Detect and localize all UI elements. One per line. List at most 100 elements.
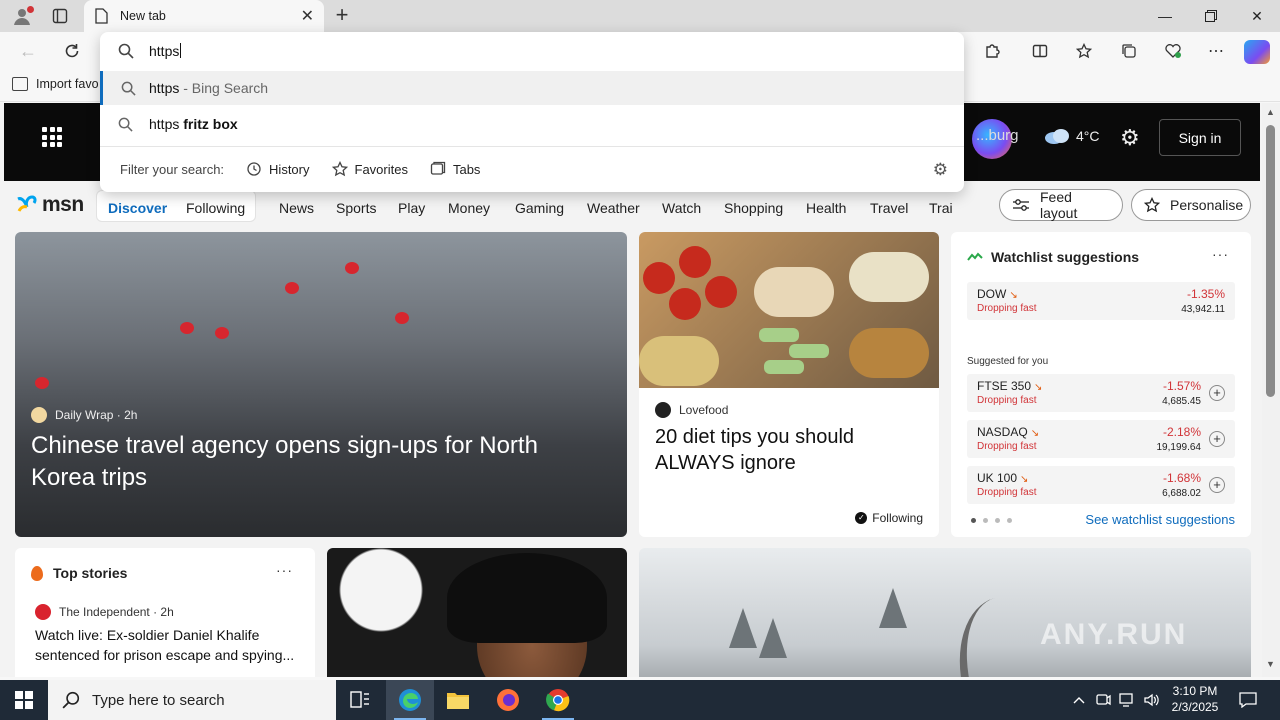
taskbar-chrome[interactable] [534,680,582,720]
food-story-card[interactable]: Lovefood 20 diet tips you should ALWAYS … [639,232,939,537]
network-icon[interactable] [1116,680,1138,720]
search-icon [62,691,80,709]
history-icon [246,161,262,177]
snow-landscape-image[interactable] [639,548,1251,677]
weather-location[interactable]: ...burg [976,127,1019,144]
tab-actions-button[interactable] [46,4,74,28]
page-scrollbar[interactable]: ▲ ▼ [1262,103,1280,677]
extensions-button[interactable] [978,39,1006,63]
nav-discover[interactable]: Discover [108,200,167,216]
top-story-headline[interactable]: Watch live: Ex-soldier Daniel Khalife se… [35,625,297,665]
nav-watch[interactable]: Watch [662,200,701,216]
nav-travel[interactable]: Travel [870,200,908,216]
carousel-dots[interactable] [971,518,1012,523]
ticker-status: Dropping fast [977,303,1037,314]
add-to-watchlist-icon[interactable]: + [1209,431,1225,447]
nav-weather[interactable]: Weather [587,200,640,216]
ticker-value: 6,688.02 [1162,488,1201,499]
following-badge[interactable]: ✓ Following [855,511,923,525]
settings-more-button[interactable]: ⋯ [1202,39,1230,63]
suggestion-item[interactable]: https fritz box [100,107,964,141]
notifications-icon[interactable] [1236,680,1260,720]
filter-favorites[interactable]: Favorites [331,161,408,177]
source-logo-icon [35,604,51,620]
back-button[interactable]: ← [14,39,42,63]
msn-logo[interactable]: msn [16,193,84,217]
filter-history[interactable]: History [246,161,310,177]
meet-now-icon[interactable] [1092,680,1114,720]
restore-button[interactable] [1188,0,1234,32]
more-options-icon[interactable]: ··· [276,562,293,578]
favorites-button[interactable] [1070,39,1098,63]
scrollbar-thumb[interactable] [1266,125,1275,397]
nav-shopping[interactable]: Shopping [724,200,783,216]
scroll-down-icon[interactable]: ▼ [1266,659,1275,669]
search-icon [121,81,136,96]
ticker-change: -1.68% [1162,471,1201,485]
task-view-button[interactable] [336,680,384,720]
feed-layout-label: Feed layout [1040,189,1078,221]
more-options-icon[interactable]: ··· [1212,246,1229,262]
page-icon [95,8,108,24]
task-view-icon [350,691,369,708]
sign-in-button[interactable]: Sign in [1159,119,1241,156]
nav-play[interactable]: Play [398,200,425,216]
profile-button[interactable] [8,4,36,28]
address-bar[interactable]: https [100,32,964,70]
nav-following[interactable]: Following [186,200,245,216]
taskbar-clock[interactable]: 3:10 PM 2/3/2025 [1166,683,1224,715]
clock-date: 2/3/2025 [1171,700,1219,714]
taskbar-firefox[interactable] [484,680,532,720]
add-to-watchlist-icon[interactable]: + [1209,477,1225,493]
apps-grid-icon[interactable] [42,127,62,147]
taskbar-file-explorer[interactable] [434,680,482,720]
nav-sports[interactable]: Sports [336,200,376,216]
hero-headline[interactable]: Chinese travel agency opens sign-ups for… [31,430,591,494]
hero-story-card[interactable]: Daily Wrap · 2h Chinese travel agency op… [15,232,627,537]
tab-new-tab[interactable]: New tab ✕ [84,0,324,32]
close-tab-icon[interactable]: ✕ [301,6,314,26]
tray-overflow-icon[interactable] [1068,680,1090,720]
address-input-text[interactable]: https [149,43,179,59]
taskbar-search[interactable]: Type here to search [48,680,336,720]
nav-money[interactable]: Money [448,200,490,216]
nav-trai[interactable]: Trai [929,200,953,216]
suggestion-item[interactable]: https - Bing Search [100,71,964,105]
trend-down-icon: ↘ [1030,428,1040,439]
performance-button[interactable] [1159,39,1187,63]
add-to-watchlist-icon[interactable]: + [1209,385,1225,401]
watchlist-row[interactable]: DOW ↘ Dropping fast -1.35% 43,942.11 [967,282,1235,320]
watermark: ANY.RUN [1040,618,1188,651]
split-screen-button[interactable] [1026,39,1054,63]
filter-tabs[interactable]: Tabs [430,161,480,177]
ticker-status: Dropping fast [977,441,1037,452]
search-settings-icon[interactable]: ⚙ [933,160,948,180]
food-headline[interactable]: 20 diet tips you should ALWAYS ignore [655,424,925,476]
watchlist-row[interactable]: UK 100 ↘ Dropping fast -1.68% 6,688.02 + [967,466,1235,504]
import-favorites-item[interactable]: Import favo [12,77,99,91]
new-tab-button[interactable]: + [330,4,354,28]
minimize-button[interactable]: — [1142,0,1188,32]
refresh-button[interactable] [58,39,86,63]
nav-health[interactable]: Health [806,200,846,216]
personalise-button[interactable]: Personalise [1131,189,1251,221]
nav-gaming[interactable]: Gaming [515,200,564,216]
notification-dot [27,6,34,13]
close-window-button[interactable]: ✕ [1234,0,1280,32]
page-settings-icon[interactable]: ⚙ [1120,125,1140,151]
watchlist-row[interactable]: FTSE 350 ↘ Dropping fast -1.57% 4,685.45 … [967,374,1235,412]
start-button[interactable] [0,680,48,720]
scroll-up-icon[interactable]: ▲ [1266,107,1275,117]
ticker-status: Dropping fast [977,487,1037,498]
feed-layout-button[interactable]: Feed layout [999,189,1123,221]
watchlist-row[interactable]: NASDAQ ↘ Dropping fast -2.18% 19,199.64 + [967,420,1235,458]
nav-news[interactable]: News [279,200,314,216]
beauty-story-image[interactable] [327,548,627,677]
lantern-decoration [395,312,409,324]
copilot-button[interactable] [1244,40,1270,64]
weather-temp[interactable]: 4°C [1076,128,1100,144]
collections-button[interactable] [1115,39,1143,63]
taskbar-edge[interactable] [386,680,434,720]
see-watchlist-link[interactable]: See watchlist suggestions [1085,512,1235,527]
volume-icon[interactable] [1140,680,1162,720]
